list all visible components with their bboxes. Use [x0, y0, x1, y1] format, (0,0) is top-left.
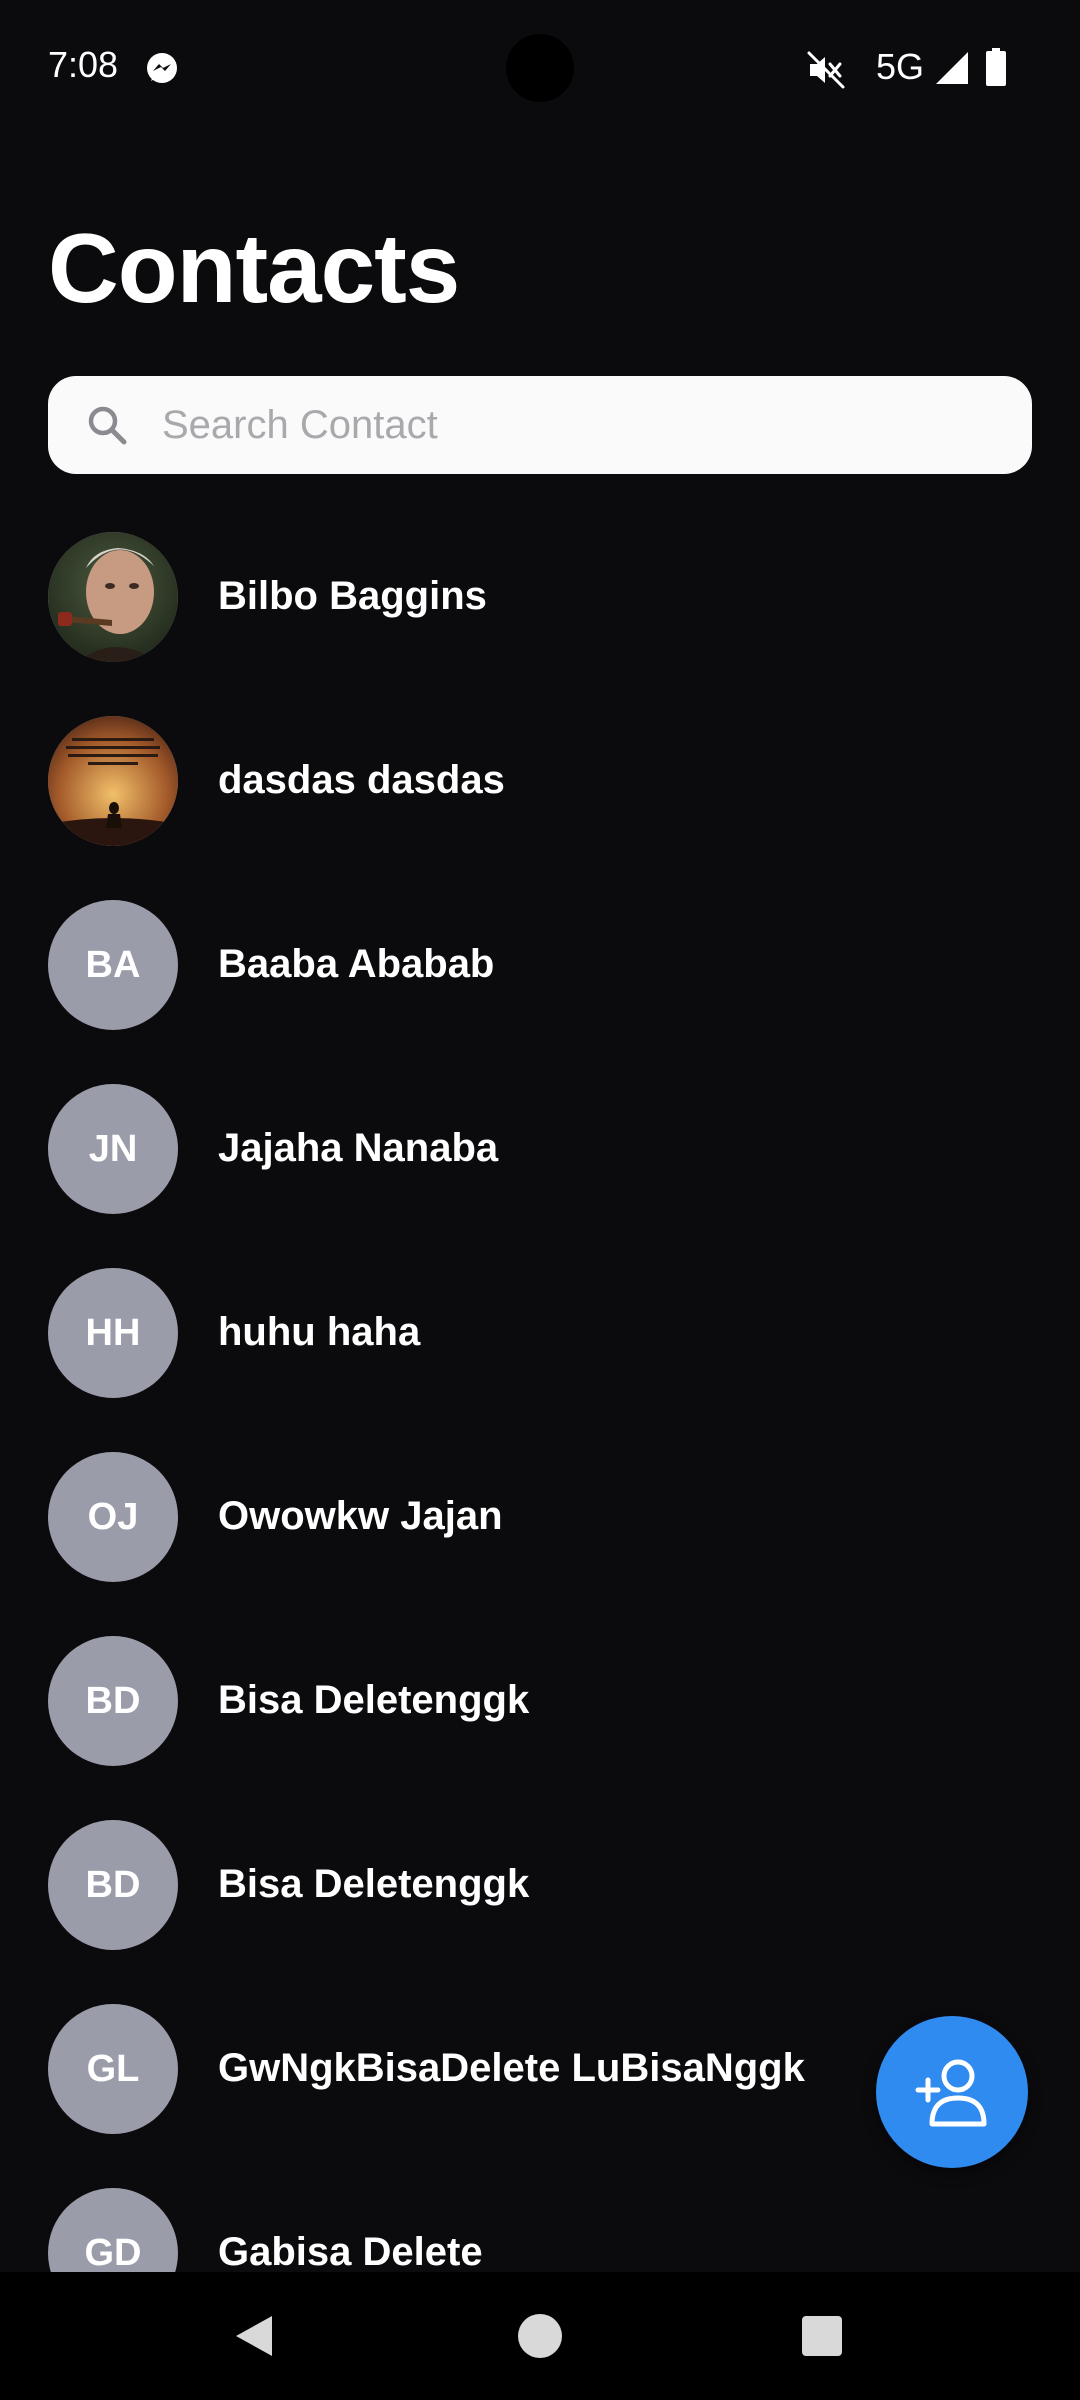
- add-contact-button[interactable]: [876, 2016, 1028, 2168]
- contact-name: GwNgkBisaDelete LuBisaNggk: [218, 2046, 805, 2090]
- avatar-initials: BD: [48, 1636, 178, 1766]
- contact-list: Bilbo Baggins dasdas dasdas BA Baaba Aba…: [0, 520, 1080, 2272]
- recents-icon[interactable]: [802, 2316, 842, 2356]
- contact-name: Jajaha Nanaba: [218, 1126, 499, 1170]
- avatar-initials: GD: [48, 2188, 178, 2272]
- network-label: 5G: [876, 46, 925, 87]
- contact-item[interactable]: HH huhu haha: [0, 1256, 1080, 1440]
- contact-item[interactable]: GD Gabisa Delete: [0, 2176, 1080, 2272]
- contact-item[interactable]: Bilbo Baggins: [0, 520, 1080, 704]
- battery-icon: [986, 48, 1006, 86]
- mute-icon: [807, 51, 845, 89]
- contact-name: Bisa Deletenggk: [218, 1862, 530, 1906]
- add-person-icon: [915, 2059, 987, 2127]
- contact-item[interactable]: OJ Owowkw Jajan: [0, 1440, 1080, 1624]
- sunset-photo-icon: [48, 716, 178, 846]
- avatar-initials: OJ: [48, 1452, 178, 1582]
- avatar-initials: BA: [48, 900, 178, 1030]
- back-icon[interactable]: [232, 2312, 276, 2360]
- status-time: 7:08: [48, 44, 119, 85]
- contact-name: Gabisa Delete: [218, 2230, 483, 2272]
- contact-name: Bisa Deletenggk: [218, 1678, 530, 1722]
- search-icon: [88, 406, 127, 445]
- search-input[interactable]: [162, 376, 1002, 474]
- contact-item[interactable]: BD Bisa Deletenggk: [0, 1808, 1080, 1992]
- avatar-initials: HH: [48, 1268, 178, 1398]
- contact-item[interactable]: BA Baaba Ababab: [0, 888, 1080, 1072]
- contact-name: dasdas dasdas: [218, 758, 505, 802]
- avatar-initials: BD: [48, 1820, 178, 1950]
- portrait-photo-icon: [48, 532, 178, 662]
- page-title: Contacts: [48, 213, 460, 323]
- search-box[interactable]: [48, 376, 1032, 474]
- contact-name: Bilbo Baggins: [218, 574, 487, 618]
- camera-cutout: [506, 34, 574, 102]
- avatar-initials: JN: [48, 1084, 178, 1214]
- contact-name: Owowkw Jajan: [218, 1494, 503, 1538]
- avatar: [48, 532, 178, 662]
- home-icon[interactable]: [518, 2314, 562, 2358]
- navigation-bar: [0, 2272, 1080, 2400]
- contact-item[interactable]: BD Bisa Deletenggk: [0, 1624, 1080, 1808]
- contact-name: huhu haha: [218, 1310, 421, 1354]
- contact-item[interactable]: JN Jajaha Nanaba: [0, 1072, 1080, 1256]
- avatar-initials: GL: [48, 2004, 178, 2134]
- avatar: [48, 716, 178, 846]
- contact-item[interactable]: dasdas dasdas: [0, 704, 1080, 888]
- status-bar: 7:08 5G: [0, 0, 1080, 136]
- signal-icon: [936, 52, 968, 84]
- contact-name: Baaba Ababab: [218, 942, 495, 986]
- messenger-icon: [147, 53, 177, 83]
